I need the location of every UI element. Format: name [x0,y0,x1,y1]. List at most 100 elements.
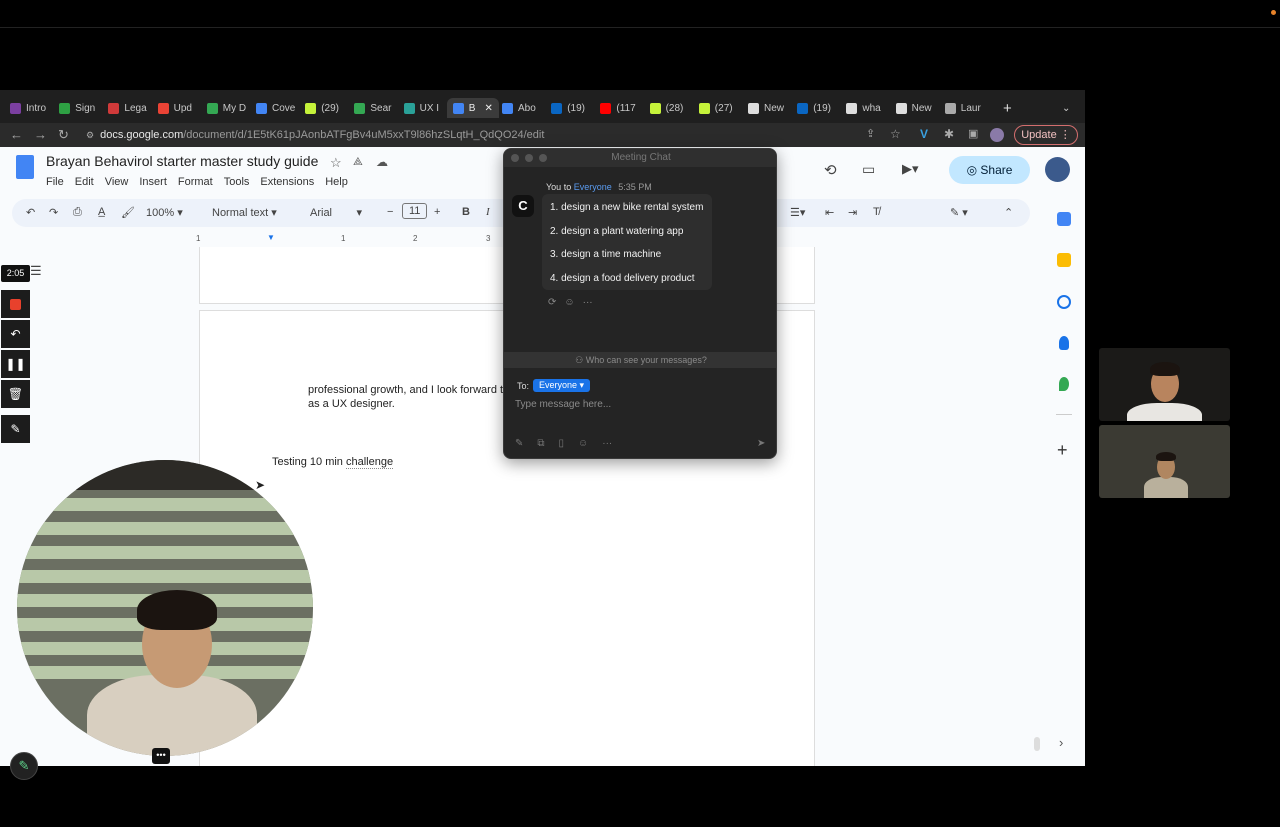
camera-more-button[interactable]: ••• [152,748,170,764]
browser-tab[interactable]: (117 [600,98,636,118]
decrease-indent-icon[interactable]: ⇤ [825,206,834,219]
browser-tab[interactable]: (29) [305,98,339,118]
share-button[interactable]: ◎ Share [949,156,1030,184]
spellcheck-icon[interactable]: A̲ [98,206,105,218]
reply-icon[interactable]: ⟳ [548,297,556,308]
outline-icon[interactable]: ☰ [30,263,42,279]
back-icon[interactable]: ← [10,127,23,142]
indent-marker-icon[interactable]: ▼ [267,233,275,242]
editing-mode-icon[interactable]: ✎ ▾ [950,206,968,219]
bold-icon[interactable]: B [462,206,470,218]
more-tools-icon[interactable]: ··· [602,438,612,449]
bookmark-star-icon[interactable]: ☆ [890,127,901,141]
decrease-font-size-icon[interactable]: − [387,206,393,218]
browser-tab[interactable]: (19) [797,98,831,118]
move-icon[interactable]: ⟁ [353,156,363,169]
browser-tab[interactable]: (28) [649,98,683,118]
presenter-camera-bubble[interactable] [17,460,313,756]
browser-tab[interactable]: (19) [551,98,585,118]
browser-tab[interactable]: Upd [157,98,192,118]
meet-icon[interactable]: ▶▾ [902,161,919,177]
format-icon[interactable]: ✎ [515,438,523,449]
browser-tab[interactable]: Laur [944,98,981,118]
participant-video[interactable] [1099,425,1230,498]
menu-item-view[interactable]: View [105,176,129,188]
cloud-status-icon[interactable]: ☁ [376,155,388,169]
extensions-icon[interactable]: ✱ [944,127,954,141]
browser-tab[interactable]: My D [206,98,246,118]
side-panel-icon[interactable]: ▣ [968,127,978,140]
update-button[interactable]: Update ⋮ [1014,125,1078,145]
font-size-input[interactable]: 11 [402,203,428,219]
privacy-notice[interactable]: ⚇ Who can see your messages? [504,352,776,368]
file-icon[interactable]: ▯ [559,438,565,449]
zoom-select[interactable]: 100% ▾ [146,206,183,219]
expand-panel-icon[interactable]: › [1059,735,1063,750]
bulleted-list-icon[interactable]: ☰▾ [790,206,805,219]
menu-item-format[interactable]: Format [178,176,213,188]
collapse-toolbar-icon[interactable]: ⌃ [1004,206,1013,219]
font-select[interactable]: Arial ▾ [310,206,362,219]
version-history-icon[interactable]: ⟲ [824,161,837,179]
style-select[interactable]: Normal text ▾ [212,206,277,219]
browser-tab[interactable]: Cove [256,98,295,118]
reload-icon[interactable]: ↻ [58,127,69,143]
add-reaction-icon[interactable]: ☺ [564,297,574,308]
share-page-icon[interactable]: ⇪ [866,127,875,140]
browser-tab[interactable]: wha [846,98,881,118]
browser-tab[interactable]: Sign [59,98,95,118]
stop-recording-button[interactable] [1,290,30,318]
site-info-icon[interactable]: ⚙ [86,130,94,141]
paint-format-icon[interactable]: 🖌 [121,206,135,219]
browser-tab[interactable]: New [895,98,932,118]
star-icon[interactable]: ☆ [330,155,342,171]
add-addon-icon[interactable]: + [1057,440,1068,461]
browser-tab[interactable]: Sear [354,98,392,118]
maps-icon[interactable] [1059,377,1069,391]
browser-tab[interactable]: Abo [502,98,536,118]
redo-icon[interactable]: ↷ [49,206,58,219]
menu-item-file[interactable]: File [46,176,64,188]
increase-font-size-icon[interactable]: + [434,206,440,218]
menu-item-help[interactable]: Help [325,176,348,188]
tab-search-icon[interactable]: ⌄ [1062,98,1070,118]
calendar-icon[interactable] [1057,212,1071,226]
new-tab-button[interactable]: + [1003,98,1012,118]
annotate-button[interactable]: ✎ [10,752,38,780]
docs-logo-icon[interactable] [16,155,34,179]
vimeo-extension-icon[interactable]: V [920,127,928,141]
draw-button[interactable]: ✎ [1,415,30,443]
screenshot-icon[interactable]: ⧉ [537,438,544,449]
send-icon[interactable]: ➤ [757,438,765,449]
italic-icon[interactable]: I [486,206,490,218]
print-icon[interactable]: ⎙ [73,206,82,219]
contacts-icon[interactable] [1059,336,1069,350]
restart-button[interactable]: ↶ [1,320,30,348]
close-tab-icon[interactable]: ✕ [484,103,492,114]
menu-item-extensions[interactable]: Extensions [260,176,314,188]
browser-tab[interactable]: B ✕ [446,98,499,118]
increase-indent-icon[interactable]: ⇥ [848,206,857,219]
browser-tab[interactable]: UX I [403,98,439,118]
browser-tab[interactable]: Lega [108,98,147,118]
account-avatar[interactable] [1045,157,1070,182]
clear-formatting-icon[interactable]: T̸ [873,206,880,218]
participant-video[interactable] [1099,348,1230,421]
pause-button[interactable]: ❚❚ [1,350,30,378]
url-field[interactable]: ⚙ docs.google.com/document/d/1E5tK61pJAo… [86,126,1026,144]
more-icon[interactable]: ··· [583,297,593,308]
menu-item-tools[interactable]: Tools [224,176,250,188]
scrollbar-thumb[interactable] [1034,737,1040,751]
comments-icon[interactable]: ▭ [862,161,875,178]
browser-tab[interactable]: (27) [698,98,733,118]
forward-icon[interactable]: → [34,127,47,142]
undo-icon[interactable]: ↶ [26,206,35,219]
document-title[interactable]: Brayan Behavirol starter master study gu… [46,153,318,169]
recipient-dropdown[interactable]: Everyone ▾ [533,379,591,392]
keep-icon[interactable] [1057,253,1071,267]
message-bubble[interactable]: 1. design a new bike rental system 2. de… [542,194,712,290]
browser-tab[interactable]: Intro [10,98,46,118]
chat-message-input[interactable]: Type message here... [515,399,611,410]
profile-avatar[interactable] [990,128,1004,142]
emoji-icon[interactable]: ☺ [578,438,588,449]
